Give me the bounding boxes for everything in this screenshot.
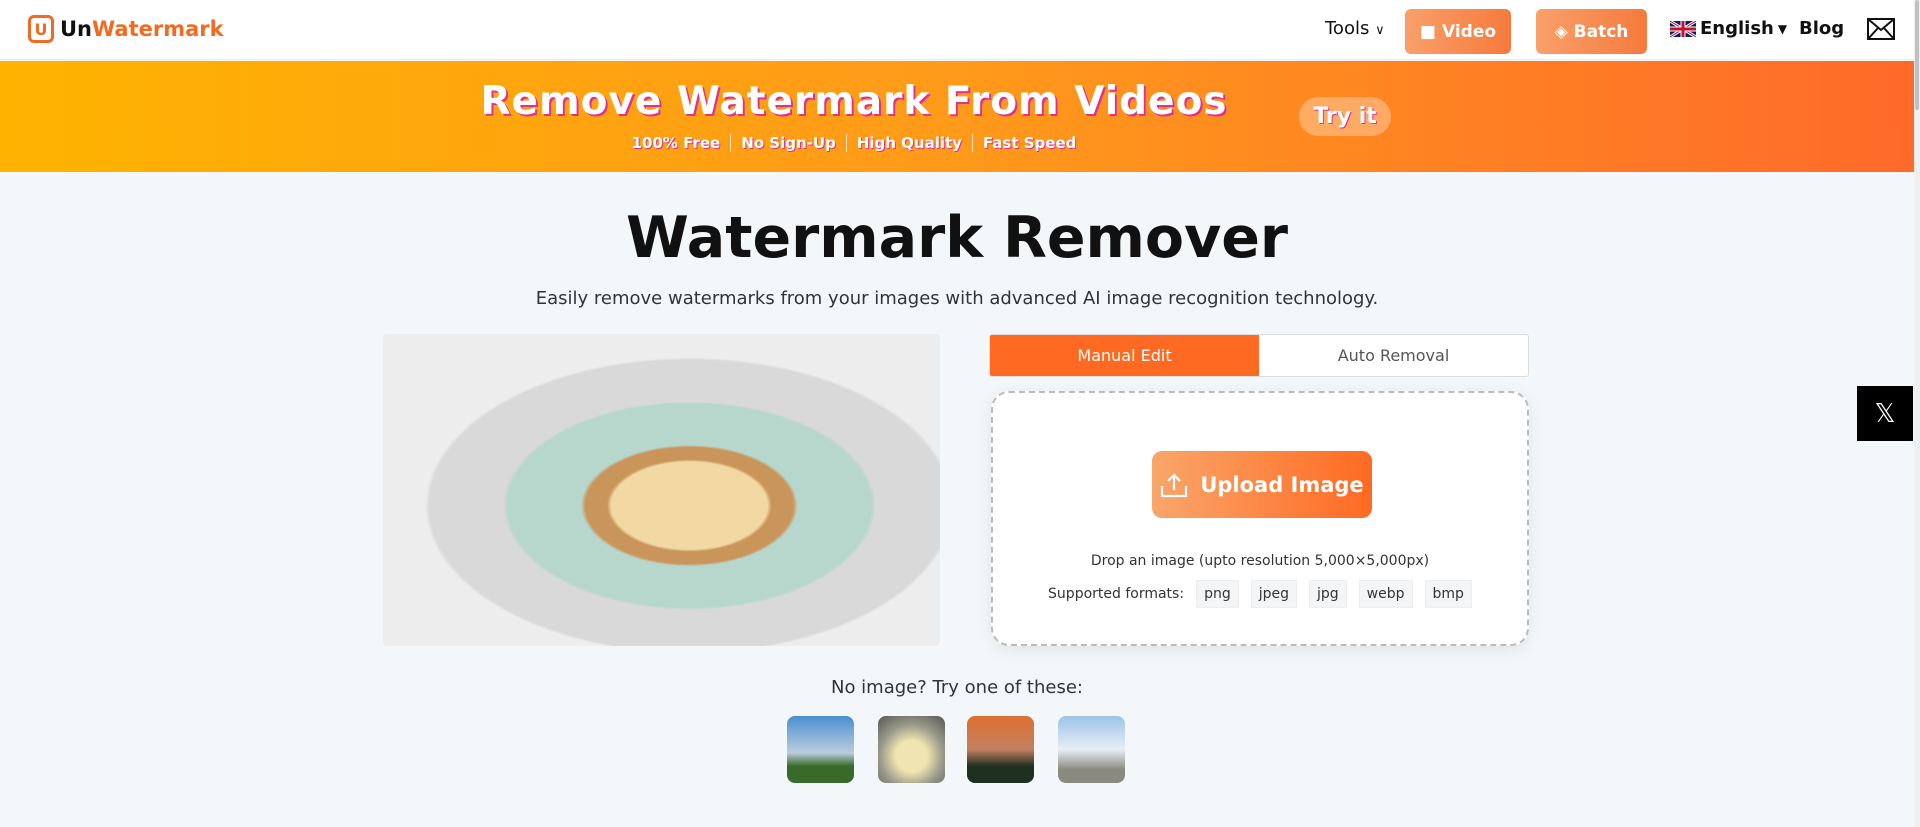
format-badge: jpg <box>1309 580 1347 608</box>
upload-icon <box>1161 472 1188 497</box>
banner-title: Remove Watermark From Videos <box>480 79 1228 124</box>
format-badge: webp <box>1358 580 1413 608</box>
format-badge: png <box>1196 580 1239 608</box>
promo-banner[interactable]: Remove Watermark From Videos 100% Free N… <box>0 61 1914 172</box>
page-title: Watermark Remover <box>625 205 1289 271</box>
mail-icon[interactable] <box>1867 18 1895 40</box>
uk-flag-icon <box>1670 20 1696 37</box>
try-it-button[interactable]: Try it <box>1299 97 1391 136</box>
sample-thumbnail-sunset[interactable] <box>967 716 1034 783</box>
sample-thumbnail-house[interactable] <box>787 716 854 783</box>
batch-button[interactable]: ◈ Batch <box>1536 9 1647 54</box>
format-badge: jpeg <box>1250 580 1297 608</box>
scrollbar-thumb[interactable] <box>1915 0 1919 110</box>
header: U UnWatermark Tools ∨ ■ Video ◈ Batch Engl… <box>0 0 1914 60</box>
format-badge: bmp <box>1424 580 1472 608</box>
banner-features: 100% Free No Sign-Up High Quality Fast S… <box>0 134 1708 152</box>
feature: Fast Speed <box>971 134 1086 152</box>
x-share-button[interactable]: 𝕏 <box>1857 386 1913 441</box>
blog-link[interactable]: Blog <box>1799 18 1844 39</box>
logo-icon: U <box>28 15 54 43</box>
scrollbar[interactable] <box>1914 0 1920 827</box>
page-subtitle: Easily remove watermarks from your image… <box>535 288 1379 309</box>
example-image <box>383 334 940 646</box>
chevron-down-icon: ∨ <box>1375 23 1385 38</box>
feature: 100% Free <box>631 134 721 152</box>
feature: No Sign-Up <box>730 134 846 152</box>
mode-tabs: Manual Edit Auto Removal <box>989 334 1529 377</box>
image-dropzone[interactable]: Upload Image Drop an image (upto resolut… <box>991 391 1529 646</box>
logo[interactable]: U UnWatermark <box>28 15 224 43</box>
upload-image-button[interactable]: Upload Image <box>1152 451 1372 518</box>
drop-hint: Drop an image (upto resolution 5,000×5,0… <box>1090 553 1430 569</box>
layers-icon: ◈ <box>1554 21 1568 42</box>
logo-text: UnWatermark <box>60 17 224 41</box>
samples-label: No image? Try one of these: <box>830 677 1083 698</box>
supported-formats: Supported formats: png jpeg jpg webp bmp <box>993 580 1527 608</box>
video-button[interactable]: ■ Video <box>1405 9 1511 54</box>
tools-menu[interactable]: Tools ∨ <box>1325 18 1385 39</box>
sample-thumbnail-cat[interactable] <box>878 716 945 783</box>
tab-auto-removal[interactable]: Auto Removal <box>1259 335 1528 376</box>
caret-down-icon: ▼ <box>1777 21 1788 36</box>
x-logo-icon: 𝕏 <box>1874 398 1896 429</box>
sample-thumbnail-road[interactable] <box>1058 716 1125 783</box>
formats-label: Supported formats: <box>1048 586 1185 602</box>
video-camera-icon: ■ <box>1419 21 1436 42</box>
feature: High Quality <box>845 134 972 152</box>
language-select[interactable]: English ▼ <box>1670 18 1787 39</box>
tab-manual-edit[interactable]: Manual Edit <box>990 335 1259 376</box>
